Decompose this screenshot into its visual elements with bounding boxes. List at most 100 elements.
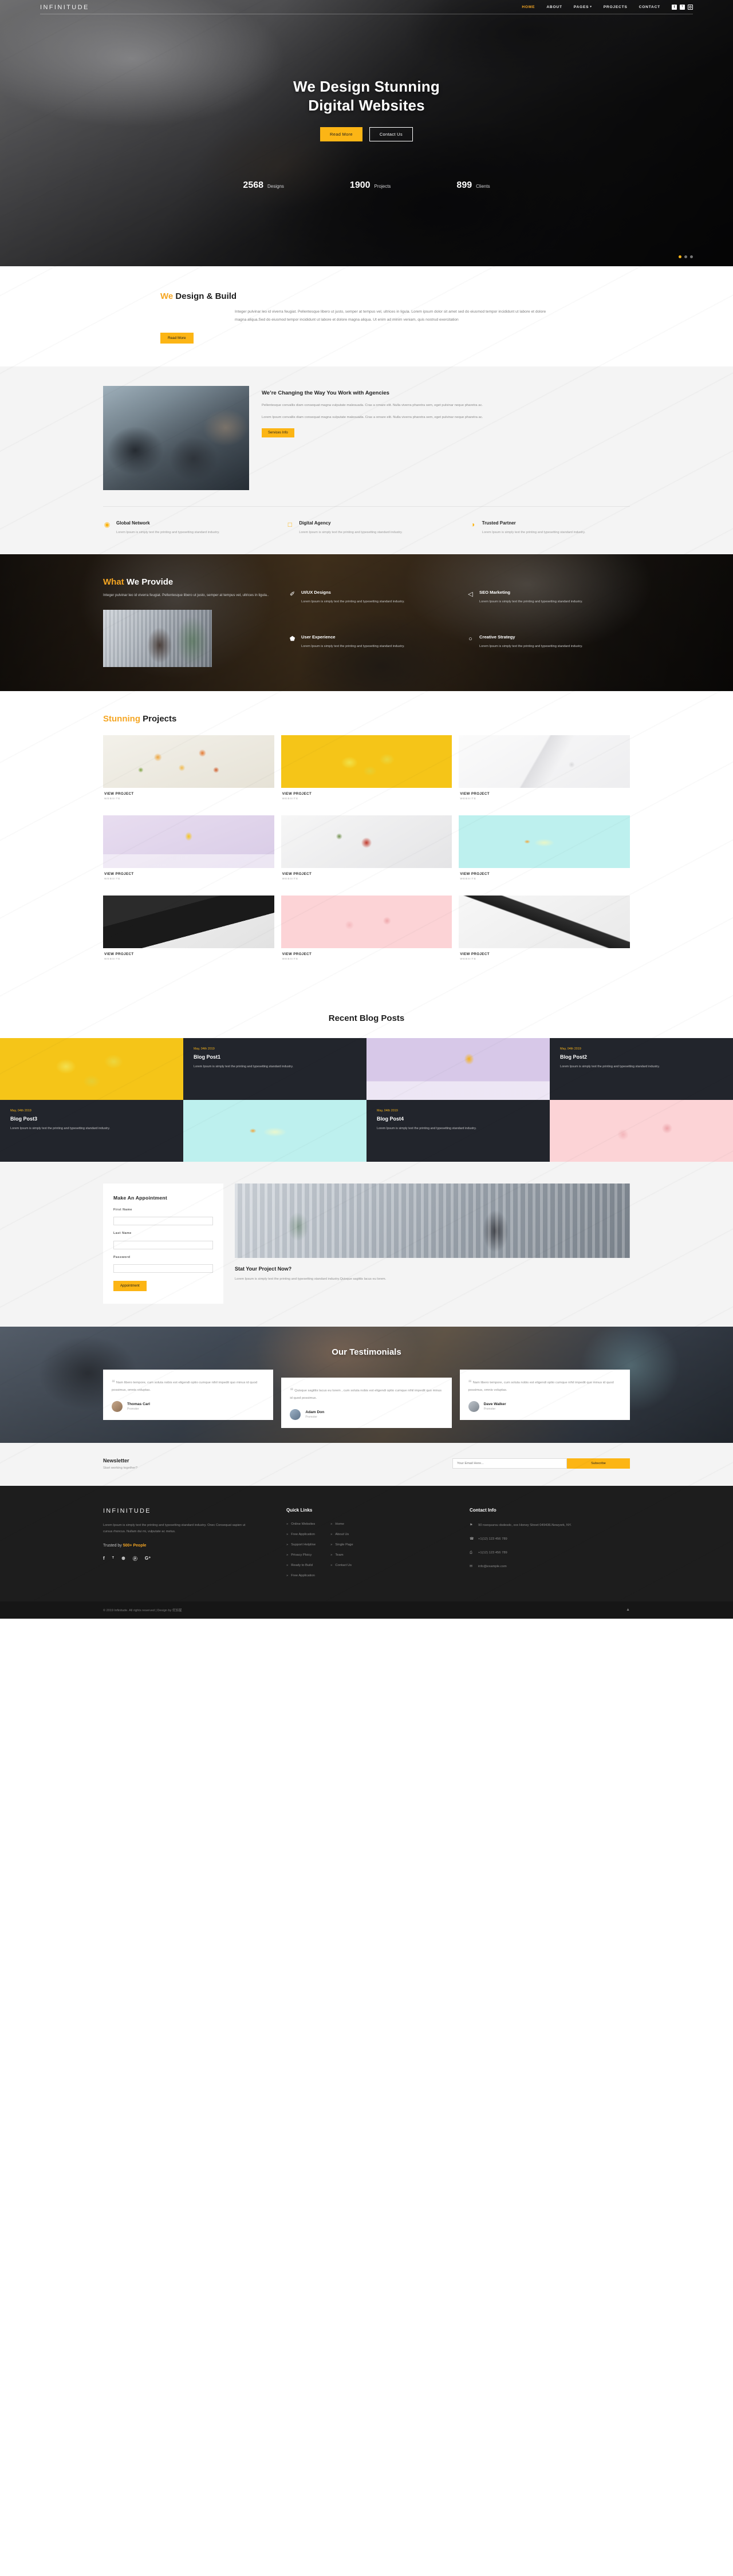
site-logo[interactable]: INFINITUDE <box>40 4 109 11</box>
newsletter-subscribe-button[interactable]: Subscribe <box>567 1458 630 1469</box>
quote-icon: ❝ <box>468 1379 472 1387</box>
quick-link[interactable]: About Us <box>330 1533 353 1536</box>
newsletter-title: Newsletter <box>103 1457 129 1463</box>
quick-link[interactable]: Online Websites <box>286 1522 316 1526</box>
google-plus-icon[interactable]: G⁺ <box>145 1556 151 1562</box>
stat-clients: 899 Clients <box>456 180 490 191</box>
hero-title: We Design Stunning Digital Websites <box>293 78 440 114</box>
service-title: UI/UX Designs <box>301 590 331 595</box>
project-card[interactable]: VIEW PROJECT WEBSITE <box>459 895 630 969</box>
agencies-title: We’re Changing the Way You Work with Age… <box>262 390 389 397</box>
project-card[interactable]: VIEW PROJECT WEBSITE <box>281 735 452 808</box>
project-card[interactable]: VIEW PROJECT WEBSITE <box>459 735 630 808</box>
newsletter-email-input[interactable] <box>452 1458 567 1469</box>
back-to-top-button[interactable]: ▲ <box>626 1608 630 1612</box>
design-build-body: Integer pulvinar leo id viverra feugiat.… <box>235 310 546 322</box>
service-seo-marketing: ◁ SEO Marketing Lorem Ipsum is simply te… <box>467 590 630 622</box>
footer-quick-links-column: Quick Links Online Websites Free Applica… <box>286 1508 458 1584</box>
quick-link[interactable]: Privacy Ploicy <box>286 1553 316 1557</box>
design-build-content: We Design & Build Integer pulvinar leo i… <box>103 291 630 344</box>
quick-link[interactable]: Home <box>330 1522 353 1526</box>
project-card[interactable]: VIEW PROJECT WEBSITE <box>281 815 452 889</box>
location-pin-icon: ⚑ <box>470 1523 473 1527</box>
hero-contact-us-button[interactable]: Contact Us <box>369 127 413 141</box>
pinterest-icon[interactable]: ⓟ <box>133 1556 137 1562</box>
author-name: Dave Walker <box>483 1402 506 1406</box>
last-name-input[interactable] <box>113 1240 213 1249</box>
stat-label: Projects <box>374 184 391 189</box>
instagram-icon[interactable]: ◎ <box>688 5 693 10</box>
blog-post-title: Blog Post4 <box>377 1115 404 1122</box>
slider-dot-2[interactable] <box>684 255 687 258</box>
blog-grid: May, 04th 2019 Blog Post1 Lorem Ipsum is… <box>0 1037 733 1162</box>
twitter-icon[interactable]: ᵀ <box>680 5 685 10</box>
password-input[interactable] <box>113 1264 213 1273</box>
nav-item-pages[interactable]: PAGES ▾ <box>568 5 598 9</box>
facebook-icon[interactable]: f <box>672 5 677 10</box>
quick-link[interactable]: Team <box>330 1553 353 1557</box>
service-title: User Experience <box>301 634 336 640</box>
project-card[interactable]: VIEW PROJECT WEBSITE <box>103 815 274 889</box>
project-card[interactable]: VIEW PROJECT WEBSITE <box>281 895 452 969</box>
dribbble-icon[interactable]: ⊛ <box>121 1556 125 1562</box>
appointment-submit-button[interactable]: Appointment <box>113 1281 147 1292</box>
agencies-divider <box>103 506 630 507</box>
twitter-icon[interactable]: ᵀ <box>112 1556 114 1562</box>
facebook-icon[interactable]: f <box>103 1556 105 1562</box>
blog-card-1[interactable]: May, 04th 2019 Blog Post1 Lorem Ipsum is… <box>183 1037 366 1100</box>
contact-address: ⚑ 90 nsequursu dsdesdc, xxx Honey Street … <box>470 1522 630 1529</box>
feature-title: Trusted Partner <box>482 520 516 526</box>
quick-link[interactable]: Free Application <box>286 1574 316 1577</box>
blog-card-2[interactable]: May, 04th 2019 Blog Post2 Lorem Ipsum is… <box>550 1037 733 1100</box>
provide-left: What We Provide Integer pulvinar leo id … <box>103 577 275 667</box>
first-name-input[interactable] <box>113 1217 213 1226</box>
nav-item-contact[interactable]: CONTACT <box>633 5 666 9</box>
project-card[interactable]: VIEW PROJECT WEBSITE <box>103 735 274 808</box>
hero-section: INFINITUDE HOME ABOUT PAGES ▾ PROJECTS CO… <box>0 0 733 266</box>
project-thumbnail <box>459 895 630 948</box>
hero-slider-dots[interactable] <box>679 255 693 258</box>
blog-excerpt: Lorem Ipsum is simply text the printing … <box>377 1126 476 1130</box>
newsletter-row: Newsletter Start working together? Subsc… <box>103 1458 630 1470</box>
start-project-text: Lorem Ipsum is simply text the printing … <box>235 1277 387 1281</box>
blog-excerpt: Lorem Ipsum is simply text the printing … <box>560 1064 660 1068</box>
services-info-button[interactable]: Services Info <box>262 428 294 437</box>
main-nav: HOME ABOUT PAGES ▾ PROJECTS CONTACT f ᵀ ◎ <box>516 5 693 10</box>
testimonial-quote: ❝ Nam libero tempore, cum soluta nobis es… <box>468 1379 614 1392</box>
first-name-label: First Name <box>113 1208 132 1212</box>
quick-link[interactable]: Single Page <box>330 1543 353 1547</box>
slider-dot-1[interactable] <box>679 255 681 258</box>
blog-card-3[interactable]: May, 04th 2019 Blog Post3 Lorem Ipsum is… <box>0 1099 183 1162</box>
contact-phone: ☎ +1(12) 123 456 789 <box>470 1536 630 1543</box>
feature-text: Lorem Ipsum is simply text the printing … <box>299 531 403 535</box>
quick-link[interactable]: Support Helpline <box>286 1543 316 1547</box>
globe-icon: ◉ <box>104 520 111 529</box>
project-thumbnail <box>281 735 452 788</box>
project-card[interactable]: VIEW PROJECT WEBSITE <box>103 895 274 969</box>
quick-link[interactable]: Ready to Build <box>286 1564 316 1567</box>
agencies-row: We’re Changing the Way You Work with Age… <box>103 386 630 491</box>
project-category: WEBSITE <box>104 877 121 881</box>
feature-text: Lorem Ipsum is simply text the printing … <box>482 531 586 535</box>
blog-post-title: Blog Post3 <box>10 1115 38 1122</box>
nav-item-projects[interactable]: PROJECTS <box>598 5 633 9</box>
quick-links-lists: Online Websites Free Application Support… <box>286 1522 458 1584</box>
appointment-image <box>235 1183 630 1258</box>
stat-number: 2568 <box>243 180 264 190</box>
project-title: VIEW PROJECT <box>282 791 312 796</box>
appointment-right: Stat Your Project Now? Lorem Ipsum is si… <box>235 1183 630 1283</box>
design-build-read-more-button[interactable]: Read More <box>160 333 194 344</box>
service-title: SEO Marketing <box>479 590 511 595</box>
nav-item-home[interactable]: HOME <box>516 5 541 9</box>
last-name-label: Last Name <box>113 1232 132 1236</box>
quick-link[interactable]: Contact Us <box>330 1564 353 1567</box>
stat-label: Clients <box>476 184 490 189</box>
quick-link[interactable]: Free Application <box>286 1533 316 1536</box>
author-name: Adam Don <box>305 1410 325 1414</box>
nav-item-about[interactable]: ABOUT <box>541 5 568 9</box>
slider-dot-3[interactable] <box>690 255 693 258</box>
hero-read-more-button[interactable]: Read More <box>320 127 362 141</box>
project-card[interactable]: VIEW PROJECT WEBSITE <box>459 815 630 889</box>
blog-card-4[interactable]: May, 04th 2019 Blog Post4 Lorem Ipsum is… <box>366 1099 550 1162</box>
projects-grid: VIEW PROJECT WEBSITE VIEW PROJECT WEBSITE … <box>103 735 630 969</box>
